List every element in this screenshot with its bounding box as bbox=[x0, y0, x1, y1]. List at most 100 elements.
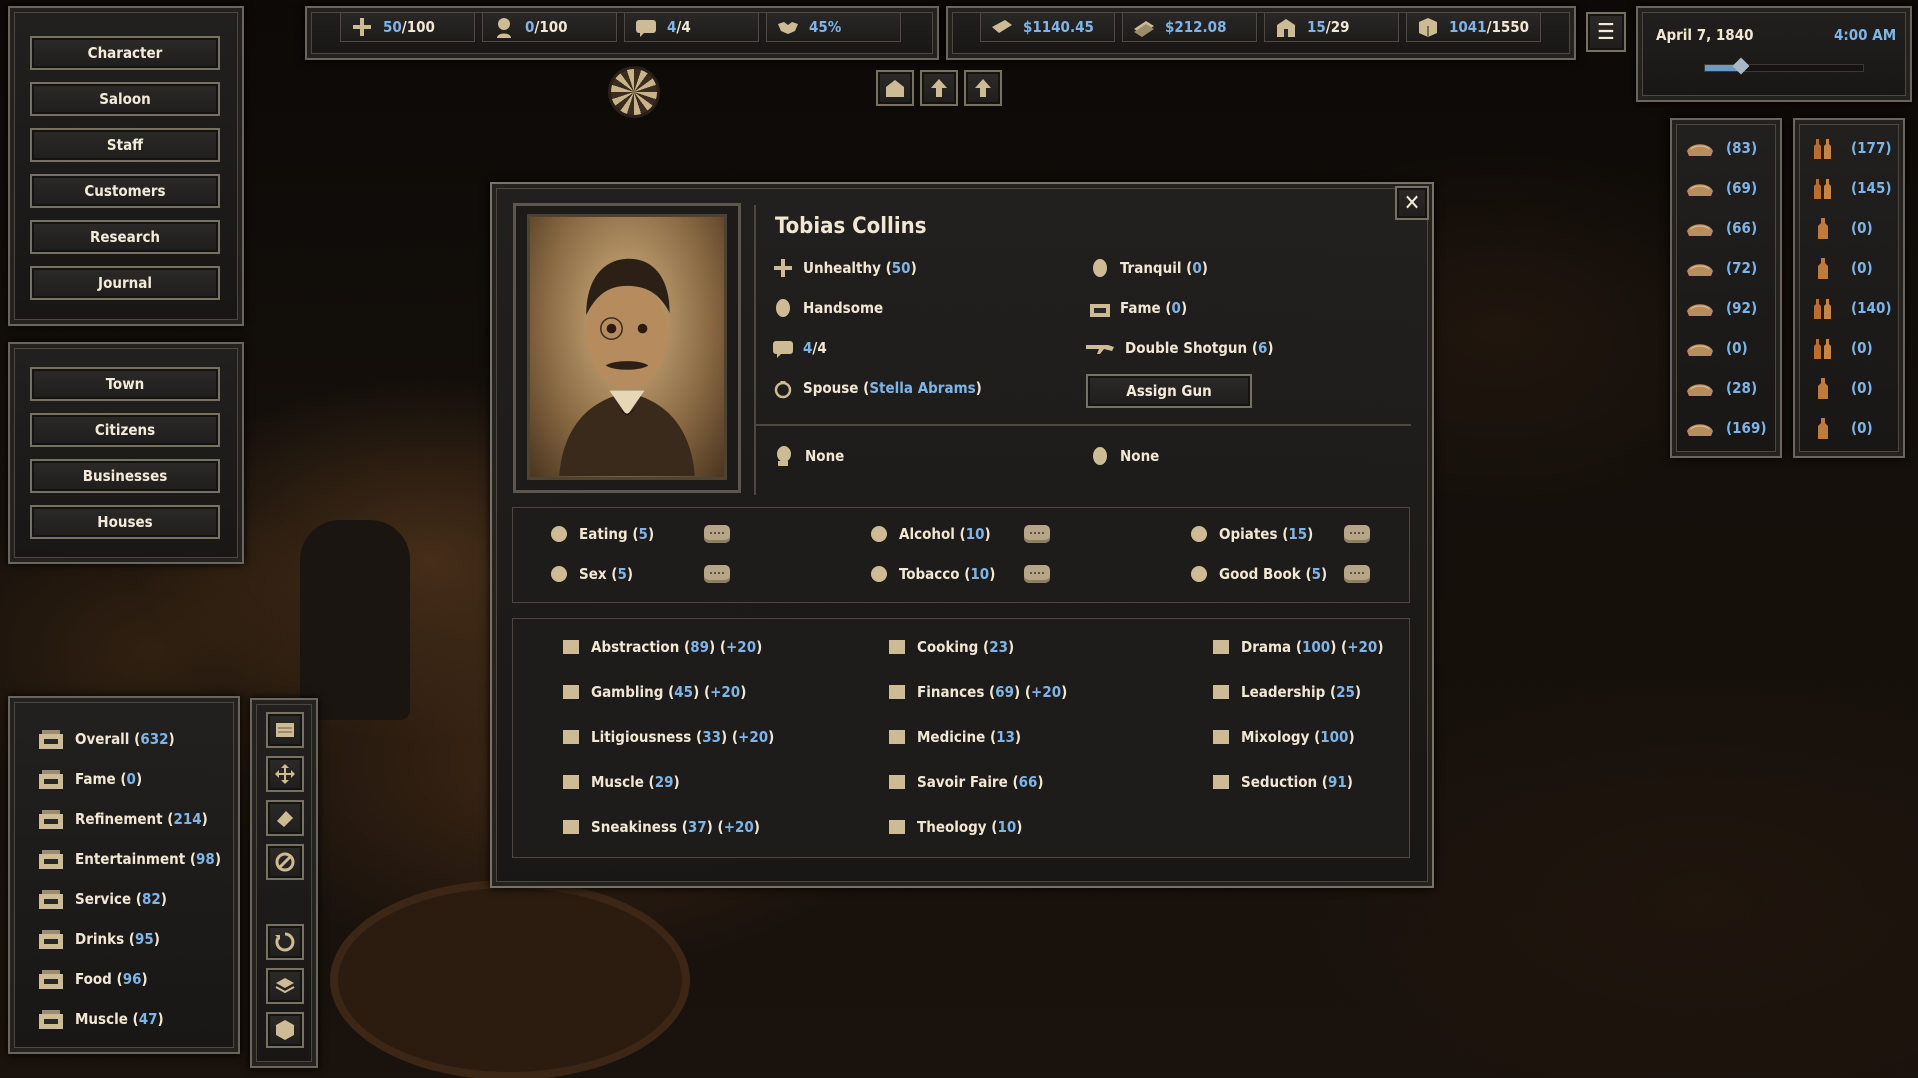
inventory-item[interactable]: (72) bbox=[1683, 257, 1757, 279]
need-chat-button[interactable] bbox=[1024, 565, 1050, 583]
bottle-icon bbox=[1808, 377, 1842, 399]
inventory-item[interactable]: (28) bbox=[1683, 377, 1757, 399]
home-view-button[interactable] bbox=[876, 70, 914, 106]
close-icon: ✕ bbox=[1403, 190, 1421, 216]
saloon-stat-label: Fame bbox=[75, 770, 116, 788]
bottles-icon bbox=[1808, 337, 1842, 359]
menu-journal-button[interactable]: Journal bbox=[30, 266, 220, 300]
assign-gun-button[interactable]: Assign Gun bbox=[1086, 374, 1252, 408]
inventory-item[interactable]: (169) bbox=[1683, 417, 1767, 439]
plate-icon bbox=[548, 523, 570, 545]
bottle-icon bbox=[1808, 417, 1842, 439]
need-row: Eating (5) bbox=[548, 523, 654, 545]
need-chat-button[interactable] bbox=[1344, 565, 1370, 583]
skill-bonus: +20 bbox=[1031, 683, 1062, 701]
menu-saloon-button[interactable]: Saloon bbox=[30, 82, 220, 116]
saloon-stat-row: Overall (632) bbox=[36, 728, 175, 750]
rooms-value: 15 bbox=[1307, 18, 1326, 36]
saloon-stat-label: Entertainment bbox=[75, 850, 186, 868]
need-chat-button[interactable] bbox=[704, 565, 730, 583]
menu-research-button[interactable]: Research bbox=[30, 220, 220, 254]
drama-mask-icon bbox=[1210, 636, 1232, 658]
inventory-drinks-panel bbox=[1793, 118, 1905, 458]
menu-staff-button[interactable]: Staff bbox=[30, 128, 220, 162]
bald-head-icon bbox=[1089, 445, 1111, 467]
menu-customers-button[interactable]: Customers bbox=[30, 174, 220, 208]
inventory-item[interactable]: (69) bbox=[1683, 177, 1757, 199]
need-row: Tobacco (10) bbox=[868, 563, 995, 585]
skill-label: Theology bbox=[917, 818, 987, 836]
menu-businesses-button[interactable]: Businesses bbox=[30, 459, 220, 493]
inventory-item[interactable]: (0) bbox=[1808, 257, 1873, 279]
saloon-stat-label: Refinement bbox=[75, 810, 163, 828]
skill-value: 100 bbox=[1302, 638, 1331, 656]
saloon-stat-row: Refinement (214) bbox=[36, 808, 208, 830]
skill-bonus: +20 bbox=[723, 818, 754, 836]
eraser-icon bbox=[274, 807, 296, 829]
income-stat: $212.08 bbox=[1122, 12, 1257, 42]
saloon-stat-label: Overall bbox=[75, 730, 130, 748]
rooms-stat: 15/29 bbox=[1264, 12, 1399, 42]
skill-label: Seduction bbox=[1241, 773, 1318, 791]
menu-houses-button[interactable]: Houses bbox=[30, 505, 220, 539]
time-speed-slider[interactable] bbox=[1704, 57, 1864, 75]
inventory-item[interactable]: (92) bbox=[1683, 297, 1757, 319]
close-dialog-button[interactable]: ✕ bbox=[1395, 186, 1429, 220]
saloon-stat-value: 47 bbox=[138, 1010, 158, 1028]
inventory-item[interactable]: (0) bbox=[1808, 377, 1873, 399]
inventory-item[interactable]: (66) bbox=[1683, 217, 1757, 239]
saloon-icon bbox=[36, 968, 66, 990]
skill-label: Cooking bbox=[917, 638, 979, 656]
eraser-tool-button[interactable] bbox=[266, 800, 304, 836]
book-icon bbox=[1188, 563, 1210, 585]
skill-row: Mixology (100) bbox=[1210, 726, 1355, 748]
layers-tool-button[interactable] bbox=[266, 968, 304, 1004]
inventory-item[interactable]: (83) bbox=[1683, 137, 1757, 159]
info-divider-vertical bbox=[754, 205, 756, 495]
bottles-icon bbox=[1808, 297, 1842, 319]
saloon-icon bbox=[36, 928, 66, 950]
saloon-stat-value: 214 bbox=[173, 810, 202, 828]
income-value: $212.08 bbox=[1165, 18, 1227, 36]
menu-citizens-button[interactable]: Citizens bbox=[30, 413, 220, 447]
ledger-tool-button[interactable] bbox=[266, 712, 304, 748]
scales-icon bbox=[560, 726, 582, 748]
spouse-name-link[interactable]: Stella Abrams bbox=[869, 379, 975, 397]
skill-label: Sneakiness bbox=[591, 818, 678, 836]
inventory-item[interactable]: (0) bbox=[1808, 337, 1873, 359]
health-label: Unhealthy bbox=[803, 259, 881, 277]
happiness-stat: 0/100 bbox=[482, 12, 617, 42]
need-label: Alcohol bbox=[899, 525, 955, 543]
menu-town-button[interactable]: Town bbox=[30, 367, 220, 401]
building-icon bbox=[1275, 16, 1297, 38]
menu-character-button[interactable]: Character bbox=[30, 36, 220, 70]
hex-tool-button[interactable] bbox=[266, 1012, 304, 1048]
skill-label: Mixology bbox=[1241, 728, 1310, 746]
inventory-item[interactable]: (177) bbox=[1808, 137, 1892, 159]
forbid-tool-button[interactable] bbox=[266, 844, 304, 880]
skill-row: Muscle (29) bbox=[560, 771, 680, 793]
mood-row: Tranquil (0) bbox=[1089, 257, 1208, 279]
need-value: 15 bbox=[1288, 525, 1308, 543]
skill-label: Finances bbox=[917, 683, 985, 701]
opium-pipe-icon bbox=[1188, 523, 1210, 545]
sneak-icon bbox=[560, 816, 582, 838]
inventory-item[interactable]: (0) bbox=[1683, 337, 1748, 359]
arrow-up-icon bbox=[972, 77, 994, 99]
inventory-item[interactable]: (0) bbox=[1808, 417, 1873, 439]
inventory-item[interactable]: (140) bbox=[1808, 297, 1892, 319]
rotate-tool-button[interactable] bbox=[266, 924, 304, 960]
gun-row: Double Shotgun (6) bbox=[1086, 337, 1274, 359]
floor-up-button[interactable] bbox=[920, 70, 958, 106]
inventory-item[interactable]: (0) bbox=[1808, 217, 1873, 239]
floor-up-alt-button[interactable] bbox=[964, 70, 1002, 106]
skill-bonus: +20 bbox=[710, 683, 741, 701]
need-row: Sex (5) bbox=[548, 563, 633, 585]
need-chat-button[interactable] bbox=[1024, 525, 1050, 543]
need-chat-button[interactable] bbox=[1344, 525, 1370, 543]
need-chat-button[interactable] bbox=[704, 525, 730, 543]
move-tool-button[interactable] bbox=[266, 756, 304, 792]
hamburger-menu-button[interactable]: ☰ bbox=[1586, 12, 1626, 52]
skill-bonus: +20 bbox=[1347, 638, 1378, 656]
inventory-item[interactable]: (145) bbox=[1808, 177, 1892, 199]
